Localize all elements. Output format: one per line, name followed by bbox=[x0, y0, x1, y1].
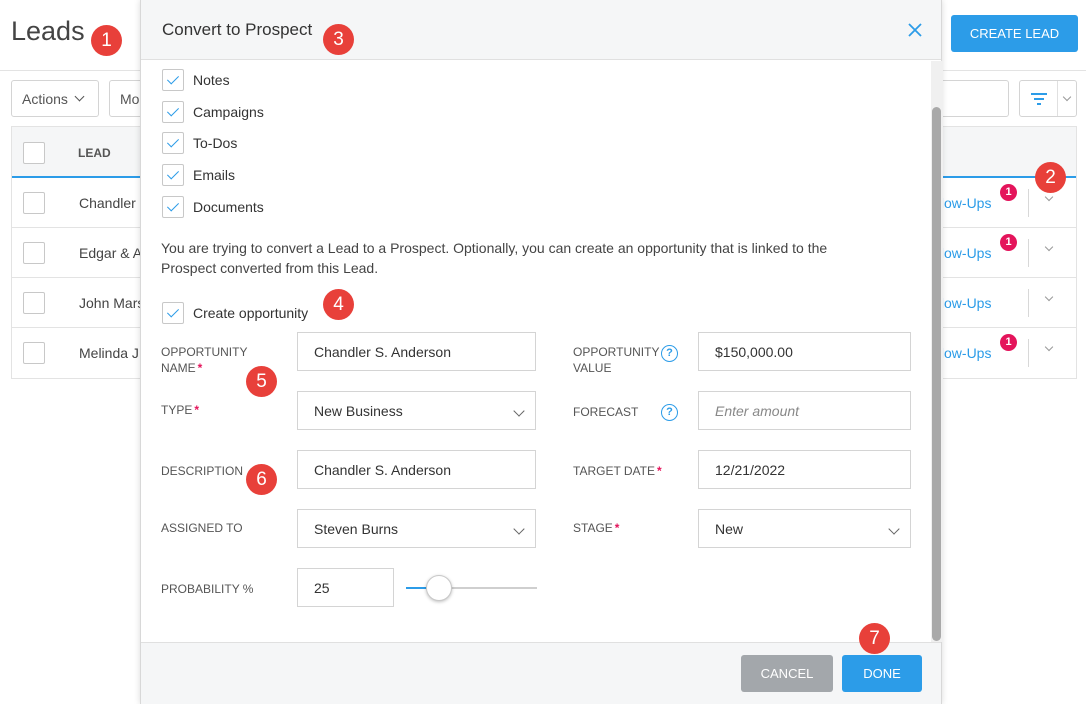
notification-badge: 1 bbox=[1000, 334, 1017, 351]
description-input[interactable]: Chandler S. Anderson bbox=[297, 450, 536, 489]
scrollbar-thumb[interactable] bbox=[932, 107, 941, 641]
probability-input[interactable]: 25 bbox=[297, 568, 394, 607]
row-checkbox[interactable] bbox=[23, 192, 45, 214]
annotation-marker-6: 6 bbox=[246, 464, 277, 495]
column-header-lead[interactable]: LEAD bbox=[78, 146, 111, 160]
required-marker: * bbox=[197, 361, 203, 375]
checkbox-documents[interactable]: Documents bbox=[162, 196, 264, 218]
search-input[interactable] bbox=[935, 80, 1009, 117]
select-all-checkbox[interactable] bbox=[23, 142, 45, 164]
lead-name[interactable]: Melinda J bbox=[79, 345, 139, 361]
checkbox-label: Campaigns bbox=[193, 104, 264, 120]
stage-value: New bbox=[715, 520, 744, 537]
conversion-info-text: You are trying to convert a Lead to a Pr… bbox=[161, 240, 828, 276]
type-value: New Business bbox=[314, 402, 403, 419]
chevron-down-icon bbox=[513, 523, 525, 535]
checkbox-label: Notes bbox=[193, 72, 230, 88]
filter-button[interactable] bbox=[1019, 80, 1077, 117]
checkbox-todos[interactable]: To-Dos bbox=[162, 132, 237, 154]
divider bbox=[1028, 339, 1029, 367]
actions-label: Actions bbox=[22, 90, 68, 107]
target-date-input[interactable]: 12/21/2022 bbox=[698, 450, 911, 489]
checkbox-checked-icon[interactable] bbox=[162, 164, 184, 186]
checkbox-label: Emails bbox=[193, 167, 236, 183]
chevron-down-icon bbox=[74, 91, 85, 102]
assigned-to-select[interactable]: Steven Burns bbox=[297, 509, 536, 548]
annotation-marker-7: 7 bbox=[859, 623, 890, 654]
done-button[interactable]: DONE bbox=[842, 655, 922, 692]
lead-name[interactable]: Edgar & A bbox=[79, 245, 142, 261]
row-menu-chevron-icon[interactable] bbox=[1044, 292, 1054, 302]
notification-badge: 1 bbox=[1000, 184, 1017, 201]
checkbox-label: Documents bbox=[193, 199, 264, 215]
divider bbox=[1028, 189, 1029, 217]
modal-header: Convert to Prospect bbox=[141, 0, 941, 60]
modal-body: Notes Campaigns To-Dos Emails Documents … bbox=[141, 61, 941, 642]
opportunity-value-input[interactable]: $150,000.00 bbox=[698, 332, 911, 371]
checkbox-checked-icon[interactable] bbox=[162, 302, 184, 324]
convert-to-prospect-modal: Convert to Prospect Notes Campaigns To-D… bbox=[140, 0, 943, 704]
divider bbox=[1028, 289, 1029, 317]
checkbox-checked-icon[interactable] bbox=[162, 132, 184, 154]
slider-thumb[interactable] bbox=[426, 575, 452, 601]
cancel-button[interactable]: CANCEL bbox=[741, 655, 833, 692]
assigned-to-value: Steven Burns bbox=[314, 520, 399, 537]
description-label: DESCRIPTION bbox=[161, 464, 244, 478]
chevron-down-icon bbox=[513, 405, 525, 417]
page-title: Leads bbox=[11, 16, 85, 46]
actions-dropdown[interactable]: Actions bbox=[11, 80, 99, 117]
required-marker: * bbox=[657, 464, 662, 478]
annotation-marker-1: 1 bbox=[91, 25, 122, 56]
annotation-marker-5: 5 bbox=[246, 366, 277, 397]
modal-title: Convert to Prospect bbox=[162, 20, 313, 39]
type-select[interactable]: New Business bbox=[297, 391, 536, 430]
required-marker: * bbox=[194, 403, 200, 417]
modal-footer: CANCEL DONE bbox=[141, 642, 941, 704]
chevron-down-icon bbox=[1062, 92, 1072, 102]
divider bbox=[1028, 239, 1029, 267]
probability-slider[interactable] bbox=[406, 575, 537, 601]
more-label: Mo bbox=[120, 90, 140, 107]
annotation-marker-2: 2 bbox=[1035, 162, 1066, 193]
checkbox-checked-icon[interactable] bbox=[162, 101, 184, 123]
help-icon[interactable]: ? bbox=[661, 404, 678, 421]
row-checkbox[interactable] bbox=[23, 242, 45, 264]
close-icon[interactable] bbox=[905, 20, 925, 40]
required-marker: * bbox=[614, 521, 620, 535]
probability-label: PROBABILITY % bbox=[161, 582, 254, 596]
forecast-label: FORECAST bbox=[573, 405, 639, 419]
checkbox-campaigns[interactable]: Campaigns bbox=[162, 101, 264, 123]
lead-name[interactable]: Chandler bbox=[79, 195, 136, 211]
row-menu-chevron-icon[interactable] bbox=[1044, 342, 1054, 352]
checkbox-checked-icon[interactable] bbox=[162, 69, 184, 91]
chevron-down-icon bbox=[888, 523, 900, 535]
stage-select[interactable]: New bbox=[698, 509, 911, 548]
row-checkbox[interactable] bbox=[23, 292, 45, 314]
forecast-input[interactable]: Enter amount bbox=[698, 391, 911, 430]
annotation-marker-3: 3 bbox=[323, 24, 354, 55]
type-label: TYPE * bbox=[161, 403, 200, 417]
checkbox-checked-icon[interactable] bbox=[162, 196, 184, 218]
filter-icon[interactable] bbox=[1020, 81, 1058, 116]
row-menu-chevron-icon[interactable] bbox=[1044, 242, 1054, 252]
row-menu-chevron-icon[interactable] bbox=[1044, 192, 1054, 202]
create-opportunity-checkbox[interactable]: Create opportunity bbox=[162, 302, 308, 324]
filter-menu-chevron[interactable] bbox=[1058, 81, 1076, 116]
create-lead-button[interactable]: CREATE LEAD bbox=[951, 15, 1078, 52]
help-icon[interactable]: ? bbox=[661, 345, 678, 362]
lead-name[interactable]: John Mars bbox=[79, 295, 144, 311]
checkbox-emails[interactable]: Emails bbox=[162, 164, 235, 186]
checkbox-label: To-Dos bbox=[193, 135, 238, 151]
assigned-to-label: ASSIGNED TO bbox=[161, 521, 243, 535]
notification-badge: 1 bbox=[1000, 234, 1017, 251]
stage-label: STAGE * bbox=[573, 521, 620, 535]
annotation-marker-4: 4 bbox=[323, 289, 354, 320]
target-date-label: TARGET DATE * bbox=[573, 464, 662, 478]
opportunity-name-input[interactable]: Chandler S. Anderson bbox=[297, 332, 536, 371]
row-checkbox[interactable] bbox=[23, 342, 45, 364]
checkbox-label: Create opportunity bbox=[193, 305, 309, 321]
checkbox-notes[interactable]: Notes bbox=[162, 69, 230, 91]
